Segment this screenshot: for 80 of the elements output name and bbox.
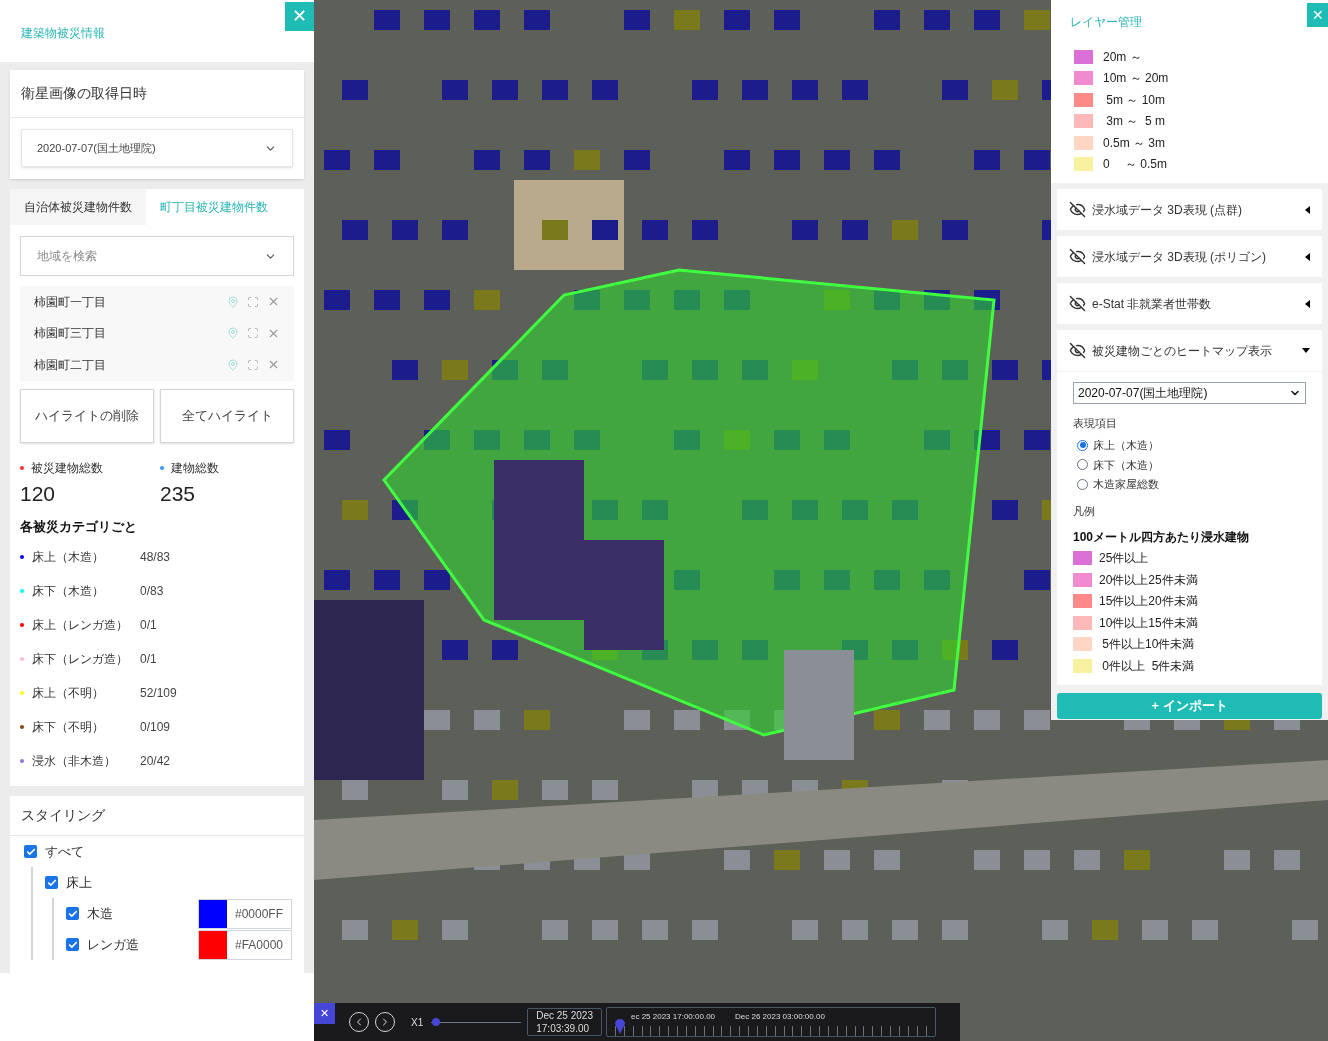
checkbox[interactable] <box>45 876 58 889</box>
color-picker[interactable]: #0000FF <box>198 898 292 929</box>
speed-label: X1 <box>411 1015 424 1030</box>
category-count: 0/109 <box>140 719 171 736</box>
eye-off-icon[interactable] <box>1069 248 1086 265</box>
area-name: 柿園町一丁目 <box>34 293 106 311</box>
radio-label: 木造家屋総数 <box>1093 477 1159 492</box>
category-count: 52/109 <box>140 685 177 702</box>
legend-label: 20m ～ <box>1103 48 1142 66</box>
color-code: #FA0000 <box>233 936 284 954</box>
tick-label: ec 25 2023 17:00:00.00 <box>630 1011 716 1023</box>
legend-label: 0.5m ～ 3m <box>1103 134 1165 152</box>
tree-label: レンガ造 <box>87 935 139 954</box>
time-marker[interactable] <box>613 1016 626 1034</box>
category-label: 床下（レンガ造） <box>32 651 129 668</box>
date-select[interactable]: 2020-07-07(国土地理院) <box>1073 382 1306 404</box>
area-name: 柿園町三丁目 <box>34 325 106 343</box>
checkbox[interactable] <box>66 938 79 951</box>
time-track[interactable]: ec 25 2023 17:00:00.00 Dec 26 2023 03:00:00.00 <box>605 1007 936 1037</box>
legend-label: 5件以上10件未満 <box>1101 636 1195 654</box>
legend-label: 25件以上 <box>1099 550 1149 568</box>
eye-off-icon[interactable] <box>1069 201 1086 218</box>
category-count: 48/83 <box>140 549 171 566</box>
color-picker[interactable]: #FA0000 <box>198 929 292 960</box>
eye-off-icon[interactable] <box>1069 342 1086 359</box>
category-count: 0/1 <box>140 617 157 634</box>
layer-header[interactable]: 被災建物ごとのヒートマップ表示 <box>1057 330 1322 371</box>
category-label: 床上（木造） <box>32 549 105 566</box>
slider-thumb[interactable] <box>431 1018 440 1026</box>
legend-label: 0 ～ 0.5m <box>1103 156 1168 174</box>
category-count: 20/42 <box>140 753 171 770</box>
area-name: 柿園町二丁目 <box>34 356 106 374</box>
radio-label: 床上（木造） <box>1093 438 1159 453</box>
category-count: 0/83 <box>140 583 164 600</box>
legend-label: 0件以上 5件未満 <box>1101 657 1195 675</box>
date-select[interactable]: 2020-07-07(国土地理院) <box>21 129 293 167</box>
legend-label: 10件以上15件未満 <box>1099 614 1198 632</box>
radio-label: 床下（木造） <box>1093 457 1159 473</box>
card-heading: 衛星画像の取得日時 <box>10 70 304 118</box>
highlight-button[interactable]: ハイライトの削除 <box>20 388 154 443</box>
field-label: 凡例 <box>1073 504 1096 519</box>
total-value: 120 <box>20 480 57 507</box>
section-heading: 各被災カテゴリごと <box>20 517 138 536</box>
legend-label: 15件以上20件未満 <box>1099 593 1198 611</box>
category-count: 0/1 <box>140 651 157 668</box>
layer-header[interactable]: e-Stat 非就業者世帯数 <box>1057 283 1322 324</box>
tick-label: Dec 26 2023 03:00:00.00 <box>735 1011 825 1023</box>
tab[interactable]: 自治体被災建物件数 <box>10 189 146 225</box>
search-select[interactable]: 地域を検索 <box>20 236 294 276</box>
card-heading: スタイリング <box>10 796 304 836</box>
speed-slider[interactable] <box>431 1017 522 1027</box>
layer-header[interactable]: 浸水域データ 3D表現 (点群) <box>1057 189 1322 230</box>
tree-label: 床上 <box>66 873 92 892</box>
clock-date: Dec 25 2023 <box>536 1009 593 1022</box>
tree-label: 木造 <box>87 904 113 923</box>
category-label: 床下（木造） <box>32 583 105 600</box>
legend-label: 5m ～ 10m <box>1105 91 1165 109</box>
legend-label: 20件以上25件未満 <box>1099 571 1198 589</box>
checkbox[interactable] <box>66 907 79 920</box>
legend-label: 3m ～ 5 m <box>1105 113 1165 131</box>
total-value: 235 <box>160 480 197 507</box>
color-code: #0000FF <box>233 905 284 923</box>
panel-title: 建築物被災情報 <box>21 25 105 42</box>
category-label: 床上（不明） <box>32 685 105 702</box>
field-label: 表現項目 <box>1073 416 1118 431</box>
total-label: 被災建物総数 <box>31 459 103 477</box>
checkbox[interactable] <box>24 845 37 858</box>
clock-time: 17:03:39.00 <box>536 1022 591 1035</box>
tree-label: すべて <box>45 842 84 861</box>
category-label: 床下（不明） <box>32 719 105 736</box>
legend-title: 100メートル四方あたり浸水建物 <box>1073 528 1251 546</box>
total-label: 建物総数 <box>171 459 219 477</box>
panel-title: レイヤー管理 <box>1070 14 1142 31</box>
category-label: 浸水（非木造） <box>32 753 117 770</box>
category-label: 床上（レンガ造） <box>32 617 129 634</box>
close-button[interactable]: ✕ <box>314 1003 335 1024</box>
legend-label: 10m ～ 20m <box>1103 70 1169 88</box>
eye-off-icon[interactable] <box>1069 295 1086 312</box>
layer-header[interactable]: 浸水域データ 3D表現 (ポリゴン) <box>1057 236 1322 277</box>
highlight-button[interactable]: 全てハイライト <box>160 388 294 443</box>
